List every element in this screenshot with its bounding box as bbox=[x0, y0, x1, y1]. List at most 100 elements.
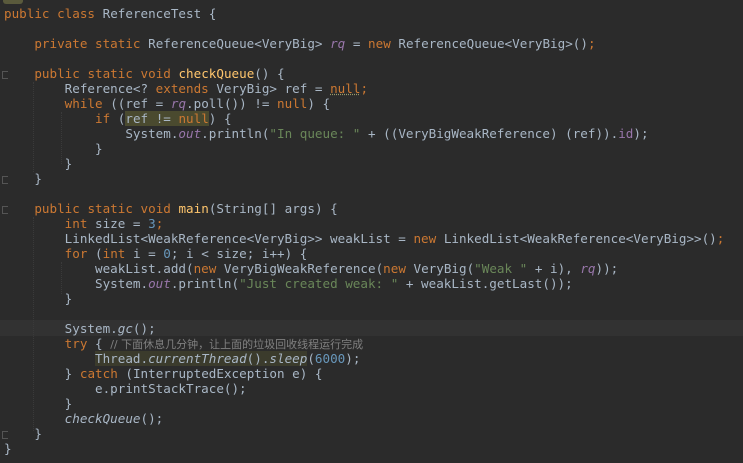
null-keyword: null bbox=[277, 96, 308, 111]
type-name: Reference<? bbox=[64, 81, 149, 96]
keyword: class bbox=[57, 6, 96, 21]
code-text: ) { bbox=[208, 111, 232, 126]
code-line-call-checkqueue[interactable]: checkQueue(); bbox=[4, 411, 164, 427]
static-method: currentThread bbox=[148, 351, 247, 366]
code-line-try[interactable]: try { // 下面休息几分钟，让上面的垃圾回收线程运行完成 bbox=[4, 336, 363, 352]
code-editor[interactable]: public class ReferenceTest { private sta… bbox=[0, 0, 743, 463]
keyword: extends bbox=[155, 81, 209, 96]
number-literal: 3 bbox=[148, 216, 156, 231]
code-line-add[interactable]: weakList.add(new VeryBigWeakReference(ne… bbox=[4, 261, 618, 277]
code-text: ((ref = bbox=[110, 96, 164, 111]
keyword: catch bbox=[79, 366, 118, 381]
code-line-while[interactable]: while ((ref = rq.poll()) != null) { bbox=[4, 96, 330, 112]
code-line-close-while[interactable]: } bbox=[4, 156, 73, 172]
code-line-close-try[interactable]: } bbox=[4, 396, 73, 412]
static-method: gc bbox=[117, 321, 133, 336]
code-text: VeryBig( bbox=[413, 261, 475, 276]
field-name: rq bbox=[330, 36, 346, 51]
code-comment: // 下面休息几分钟，让上面的垃圾回收线程运行完成 bbox=[110, 338, 364, 351]
string-literal: "In queue: " bbox=[269, 126, 361, 141]
code-line-catch[interactable]: } catch (InterruptedException e) { bbox=[4, 366, 323, 382]
code-line-println-created[interactable]: System.out.println("Just created weak: "… bbox=[4, 276, 573, 292]
code-text: ); bbox=[345, 351, 361, 366]
semicolon: ; bbox=[155, 216, 164, 231]
keyword: if bbox=[95, 111, 111, 126]
static-method: sleep bbox=[269, 351, 308, 366]
code-text: + i), bbox=[527, 261, 573, 276]
semicolon: ; bbox=[360, 81, 369, 96]
code-line-close-if[interactable]: } bbox=[4, 141, 103, 157]
code-line-class-declaration[interactable]: public class ReferenceTest { bbox=[4, 6, 216, 22]
code-text: ) { bbox=[307, 96, 331, 111]
paren: ( bbox=[307, 351, 315, 366]
code-line-if[interactable]: if (ref != null) { bbox=[4, 111, 232, 127]
code-text: VeryBig> ref = bbox=[216, 81, 323, 96]
method-name: main bbox=[178, 201, 209, 216]
keyword: public bbox=[34, 66, 80, 81]
keyword: int bbox=[102, 246, 126, 261]
operator: = bbox=[352, 36, 361, 51]
constructor-call: ReferenceQueue<VeryBig> bbox=[398, 36, 573, 51]
code-text: )); bbox=[595, 261, 619, 276]
brace: } bbox=[34, 426, 42, 441]
keyword: while bbox=[64, 96, 103, 111]
code-line-close-main[interactable]: } bbox=[4, 426, 42, 442]
code-line-gc[interactable]: System.gc(); bbox=[4, 321, 156, 337]
code-text: (). bbox=[246, 351, 270, 366]
keyword: new bbox=[383, 261, 406, 276]
brace: { bbox=[208, 6, 217, 21]
code-text: Thread. bbox=[95, 351, 149, 366]
field-name: rq bbox=[580, 261, 596, 276]
code-line-println-queue[interactable]: System.out.println("In queue: " + ((Very… bbox=[4, 126, 649, 142]
brace: } bbox=[4, 441, 12, 456]
paren: ( bbox=[95, 246, 103, 261]
keyword: public bbox=[4, 6, 50, 21]
static-method: checkQueue bbox=[64, 411, 141, 426]
keyword: void bbox=[140, 201, 171, 216]
keyword: static bbox=[95, 36, 141, 51]
code-line-for[interactable]: for (int i = 0; i < size; i++) { bbox=[4, 246, 308, 262]
code-line-close-for[interactable]: } bbox=[4, 291, 73, 307]
keyword: try bbox=[64, 336, 88, 351]
code-text: () { bbox=[254, 66, 285, 81]
code-text: e.printStackTrace(); bbox=[95, 381, 247, 396]
string-literal: "Weak " bbox=[474, 261, 528, 276]
code-line-close-class[interactable]: } bbox=[4, 441, 12, 457]
keyword: int bbox=[64, 216, 88, 231]
keyword: void bbox=[140, 66, 171, 81]
code-text: .poll()) != bbox=[186, 96, 270, 111]
keyword: new bbox=[368, 36, 391, 51]
code-text: VeryBigWeakReference( bbox=[223, 261, 384, 276]
code-line-main-declaration[interactable]: public static void main(String[] args) { bbox=[4, 201, 337, 217]
code-text: .println( bbox=[170, 276, 240, 291]
code-text: System. bbox=[64, 321, 118, 336]
code-line-ref-declaration[interactable]: Reference<? extends VeryBig> ref = null; bbox=[4, 81, 368, 97]
number-literal: 6000 bbox=[314, 351, 346, 366]
string-literal: "Just created weak: " bbox=[239, 276, 399, 291]
code-text: ); bbox=[633, 126, 649, 141]
keyword: public bbox=[34, 201, 80, 216]
brace: } bbox=[64, 396, 73, 411]
code-line-checkqueue-declaration[interactable]: public static void checkQueue() { bbox=[4, 66, 285, 82]
code-line-size[interactable]: int size = 3; bbox=[4, 216, 164, 232]
brace: } bbox=[64, 291, 73, 306]
code-text: System. bbox=[125, 126, 179, 141]
code-text: (); bbox=[132, 321, 156, 336]
code-line-sleep[interactable]: Thread.currentThread().sleep(6000); bbox=[4, 351, 360, 367]
code-text: (InterruptedException e) { bbox=[125, 366, 323, 381]
code-line-stacktrace[interactable]: e.printStackTrace(); bbox=[4, 381, 247, 397]
number-literal: 0 bbox=[163, 246, 171, 261]
keyword: for bbox=[64, 246, 88, 261]
code-line-linkedlist[interactable]: LinkedList<WeakReference<VeryBig>> weakL… bbox=[4, 231, 725, 247]
code-text: LinkedList<WeakReference<VeryBig>>() bbox=[443, 231, 717, 246]
static-field: out bbox=[178, 126, 202, 141]
fold-tab-icon[interactable] bbox=[3, 0, 23, 4]
code-text: LinkedList<WeakReference<VeryBig>> weakL… bbox=[64, 231, 406, 246]
code-line-field[interactable]: private static ReferenceQueue<VeryBig> r… bbox=[4, 36, 595, 52]
condition-highlight: ref != bbox=[125, 111, 171, 126]
code-line-close-method[interactable]: } bbox=[4, 171, 42, 187]
field-name: id bbox=[618, 126, 634, 141]
code-text: i = bbox=[132, 246, 156, 261]
method-name: checkQueue bbox=[178, 66, 255, 81]
code-text: .println( bbox=[201, 126, 270, 141]
